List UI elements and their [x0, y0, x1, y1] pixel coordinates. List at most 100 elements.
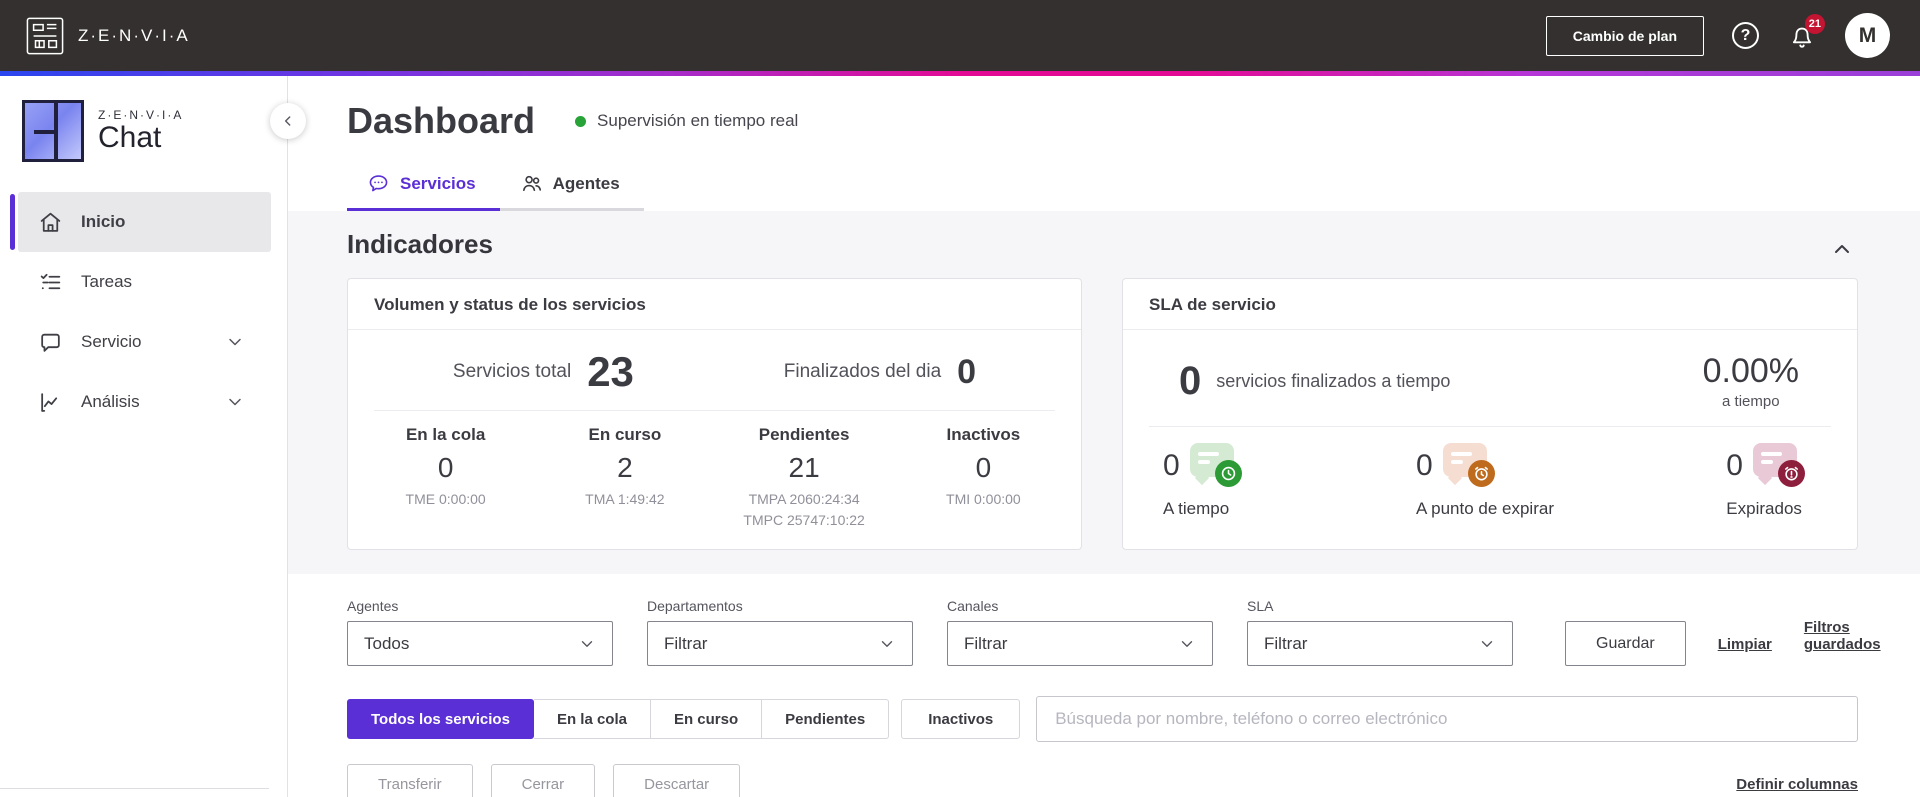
chart-icon: [38, 390, 63, 415]
service-status-segmented: Todos los servicios En la cola En curso …: [347, 699, 890, 739]
stat-label: En la cola: [405, 425, 486, 444]
search-input[interactable]: [1036, 696, 1858, 742]
stat-en-curso: En curso 2 TMA 1:49:42: [535, 425, 714, 531]
sla-status-label: A punto de expirar: [1416, 499, 1554, 518]
sidebar-item-servicio[interactable]: Servicio: [18, 312, 271, 372]
chat-dots-icon: [367, 172, 390, 195]
service-status-row: Todos los servicios En la cola En curso …: [288, 666, 1920, 742]
close-button[interactable]: Cerrar: [490, 764, 596, 797]
saved-filters-link[interactable]: Filtros guardados: [1804, 619, 1881, 653]
question-mark: ?: [1740, 26, 1751, 44]
total-value: 0: [957, 352, 977, 391]
canales-select[interactable]: Filtrar: [947, 621, 1213, 666]
chevron-down-icon: [225, 332, 245, 352]
transfer-button[interactable]: Transferir: [347, 764, 473, 797]
filter-label: Canales: [947, 598, 999, 614]
chevron-down-icon: [1478, 635, 1496, 653]
sidebar-item-tareas[interactable]: Tareas: [18, 252, 271, 312]
segment-en-la-cola[interactable]: En la cola: [533, 699, 651, 739]
people-icon: [520, 172, 543, 195]
sla-status-value: 0: [1416, 449, 1433, 482]
indicators-section: Indicadores Volumen y status de los serv…: [288, 211, 1920, 574]
sidebar-collapse-button[interactable]: [270, 103, 306, 139]
select-value: Filtrar: [664, 633, 708, 653]
sla-select[interactable]: Filtrar: [1247, 621, 1513, 666]
tasks-icon: [38, 270, 63, 295]
sla-percent: 0.00% a tiempo: [1703, 352, 1799, 410]
sidebar-item-label: Inicio: [81, 212, 126, 231]
actions-row: Transferir Cerrar Descartar Definir colu…: [288, 742, 1920, 797]
change-plan-button[interactable]: Cambio de plan: [1545, 15, 1704, 56]
finalizados-del-dia: Finalizados del dia 0: [784, 353, 976, 392]
user-avatar[interactable]: M: [1845, 13, 1890, 58]
discard-button[interactable]: Descartar: [613, 764, 741, 797]
tab-agentes[interactable]: Agentes: [499, 172, 644, 211]
tab-label: Servicios: [400, 173, 476, 193]
chevron-left-icon: [284, 116, 291, 126]
define-columns-link[interactable]: Definir columnas: [1736, 776, 1858, 793]
sidebar-item-analisis[interactable]: Análisis: [18, 372, 271, 432]
brand-text: Z·E·N·V·I·A: [78, 25, 190, 45]
save-filters-button[interactable]: Guardar: [1565, 621, 1686, 666]
filter-label: SLA: [1247, 598, 1274, 614]
agentes-select[interactable]: Todos: [347, 621, 613, 666]
stat-value: 0: [975, 452, 992, 483]
notification-count-badge: 21: [1804, 13, 1825, 34]
sidebar-item-label: Tareas: [81, 272, 133, 291]
chevron-down-icon: [878, 635, 896, 653]
sla-status-value: 0: [1163, 449, 1180, 482]
sidebar-product-text: Chat: [98, 121, 162, 155]
stat-inactivos: Inactivos 0 TMI 0:00:00: [894, 425, 1073, 531]
clear-filters-link[interactable]: Limpiar: [1718, 636, 1772, 653]
stat-metric: TMPC 25747:10:22: [743, 512, 865, 528]
section-collapse-button[interactable]: [1830, 237, 1854, 261]
sla-finished-label: servicios finalizados a tiempo: [1216, 370, 1451, 391]
chevron-down-icon: [578, 635, 596, 653]
sla-status-a-punto-de-expirar: 0 A punto de expirar: [1416, 443, 1554, 519]
sidebar-footer-divider: [0, 788, 269, 789]
chevron-up-icon: [1835, 245, 1849, 253]
sla-card: SLA de servicio 0 servicios finalizados …: [1122, 278, 1858, 550]
total-label: Servicios total: [452, 361, 572, 382]
section-title: Indicadores: [347, 229, 493, 259]
sla-status-expirados: 0 Expirados: [1726, 443, 1807, 519]
stat-value: 21: [788, 452, 820, 483]
filter-label: Agentes: [347, 598, 399, 614]
segment-todos-los-servicios[interactable]: Todos los servicios: [347, 699, 534, 739]
zenvia-chat-logo: Z·E·N·V·I·A Chat: [0, 76, 287, 162]
green-status-dot: [575, 115, 587, 127]
chevron-down-icon: [225, 392, 245, 412]
sla-finished: 0 servicios finalizados a tiempo: [1179, 359, 1450, 404]
alarm-alert-badge-icon: [1752, 443, 1807, 489]
select-value: Filtrar: [1264, 633, 1308, 653]
dashboard-tabs: Servicios Agentes: [288, 172, 1920, 211]
segment-en-curso[interactable]: En curso: [650, 699, 763, 739]
tab-servicios[interactable]: Servicios: [347, 172, 500, 211]
volume-status-card: Volumen y status de los servicios Servic…: [347, 278, 1082, 550]
stat-value: 0: [437, 452, 454, 483]
chevron-down-icon: [1178, 635, 1196, 653]
stat-label: Inactivos: [946, 425, 1021, 444]
sidebar-menu: Inicio Tareas Servicio Análisis: [0, 192, 287, 432]
notifications-bell[interactable]: 21: [1787, 13, 1825, 51]
sidebar-item-inicio[interactable]: Inicio: [10, 192, 271, 252]
stat-value: 2: [617, 452, 633, 483]
sidebar-item-label: Servicio: [81, 332, 142, 351]
filter-departamentos: Departamentos Filtrar: [647, 598, 913, 666]
sidebar-brand-text: Z·E·N·V·I·A: [98, 108, 184, 123]
stat-en-la-cola: En la cola 0 TME 0:00:00: [356, 425, 535, 531]
live-status: Supervisión en tiempo real: [575, 111, 798, 131]
segment-pendientes[interactable]: Pendientes: [762, 699, 890, 739]
stat-label: En curso: [588, 425, 662, 444]
segment-inactivos[interactable]: Inactivos: [901, 699, 1021, 739]
chat-bubble-icon: [38, 330, 63, 355]
sla-status-label: A tiempo: [1163, 499, 1230, 518]
home-icon: [38, 210, 63, 235]
sla-status-value: 0: [1726, 449, 1743, 482]
sla-finished-value: 0: [1179, 358, 1202, 403]
filter-agentes: Agentes Todos: [347, 598, 613, 666]
sla-percent-value: 0.00%: [1702, 352, 1799, 390]
page-title: Dashboard: [347, 100, 536, 141]
help-icon[interactable]: ?: [1732, 22, 1759, 49]
departamentos-select[interactable]: Filtrar: [647, 621, 913, 666]
